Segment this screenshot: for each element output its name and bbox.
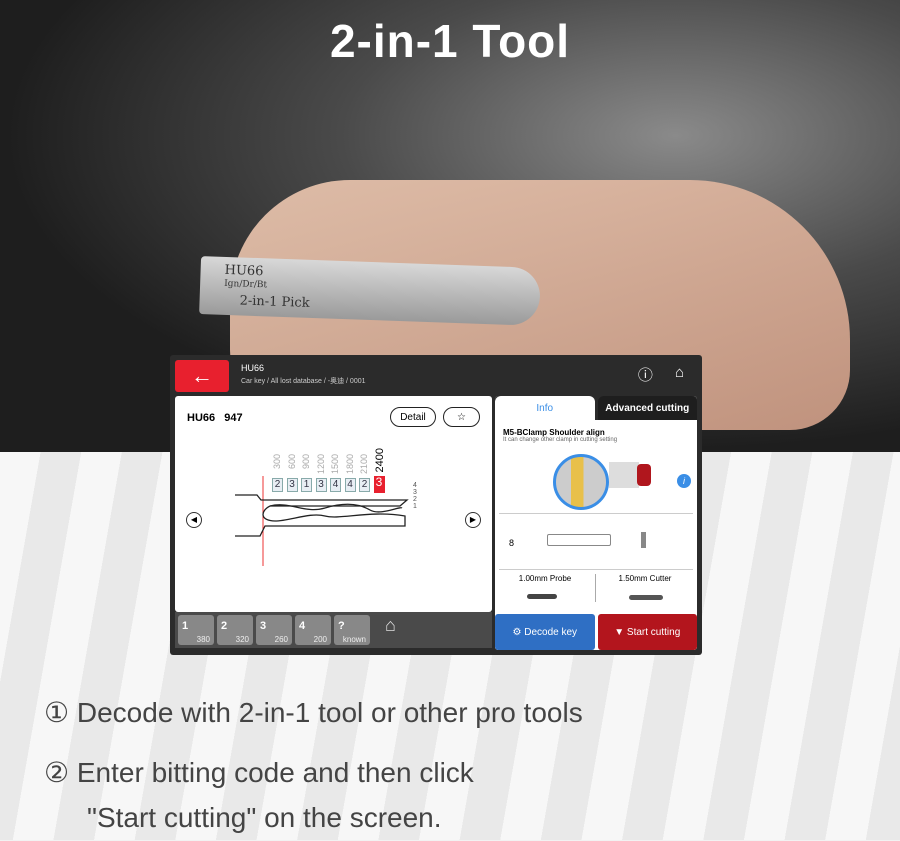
level-label: 1 (413, 503, 417, 510)
back-button[interactable]: ← (175, 359, 229, 392)
key-blank-icon (547, 534, 611, 546)
cutter-icon: ▼ (614, 626, 627, 638)
cut-position: ? (338, 620, 345, 632)
home-icon[interactable]: ⌂ (675, 364, 684, 385)
key-profile-drawing (235, 476, 409, 566)
prev-button[interactable]: ◀ (186, 512, 202, 528)
tab-advanced-cutting[interactable]: Advanced cutting (597, 396, 697, 420)
cut-depth: 380 (196, 635, 210, 644)
step-2: ② Enter bitting code and then click (44, 757, 474, 788)
depth-label: 2100 (359, 454, 369, 475)
favorite-button[interactable]: ☆ (443, 407, 480, 427)
clamp-image (553, 454, 609, 510)
depth-label: 1800 (344, 454, 355, 475)
start-cutting-button[interactable]: ▼ Start cutting (597, 614, 697, 650)
cut-key-button[interactable]: 1 380 (178, 615, 214, 645)
help-icon[interactable]: ⓘ (638, 364, 653, 385)
depth-label: 1500 (330, 454, 340, 475)
key-number: 947 (224, 412, 243, 424)
stop-icon (641, 532, 646, 548)
cutter-icon (629, 595, 663, 600)
header-title: HU66 (241, 362, 265, 373)
arrow-left-icon: ← (191, 362, 213, 388)
depth-label: 300 (272, 454, 282, 470)
cut-key-button[interactable]: 3 260 (256, 615, 292, 645)
step-1: ① Decode with 2-in-1 tool or other pro t… (44, 697, 583, 728)
start-label: Start cutting (626, 626, 681, 638)
app-screen: ← HU66 Car key / All lost database / -奥迪 … (170, 355, 702, 655)
cut-key-button[interactable]: ? known (334, 615, 370, 645)
cut-depth: 200 (313, 635, 327, 644)
info-icon[interactable]: i (677, 474, 691, 488)
key-top-edge (235, 494, 409, 507)
detail-button[interactable]: Detail (390, 407, 436, 427)
cut-position: 3 (260, 620, 267, 632)
step-2-cont: "Start cutting" on the screen. (87, 802, 442, 833)
probe-icon (527, 594, 557, 599)
cut-key-button[interactable]: 2 320 (217, 615, 253, 645)
level-label: 2 (413, 496, 417, 503)
headline: 2-in-1 Tool (329, 15, 571, 67)
clamp-position: 8 (509, 538, 515, 548)
pick-sub: Ign/Dr/Bt (223, 278, 268, 291)
level-label: 4 (413, 482, 417, 489)
depth-label: 600 (286, 454, 297, 470)
top-bar: ← HU66 Car key / All lost database / -奥迪 … (170, 355, 702, 393)
caret-right-icon: ▶ (469, 515, 477, 524)
decode-label: Decode key (524, 626, 578, 638)
next-button[interactable]: ▶ (465, 512, 481, 528)
cut-position: 1 (182, 620, 189, 632)
pick-tool-image: HU66 Ign/Dr/Bt 2-in-1 Pick (199, 256, 541, 326)
probe-label: 1.00mm Probe (518, 574, 572, 583)
decode-icon: ⚙ (512, 626, 525, 638)
tab-info[interactable]: Info (495, 396, 595, 420)
cut-position: 4 (299, 620, 306, 632)
cut-depth: known (342, 635, 366, 644)
cut-position: 2 (221, 620, 228, 632)
clamp-note: It can change other clamp in cutting set… (503, 437, 618, 443)
depth-label: 1200 (315, 454, 326, 475)
clamp-title: M5-BClamp Shoulder align (503, 428, 605, 437)
pick-model: HU66 (224, 262, 264, 280)
cut-key-button[interactable]: 4 200 (295, 615, 331, 645)
cutter-label: 1.50mm Cutter (618, 574, 672, 583)
breadcrumb: Car key / All lost database / -奥迪 / 0001 (241, 377, 366, 385)
caret-left-icon: ◀ (190, 515, 198, 524)
cut-depth: 260 (274, 635, 288, 644)
pick-label: 2-in-1 Pick (239, 293, 310, 311)
key-name: HU66 (187, 412, 216, 424)
android-home-icon[interactable]: ⌂ (385, 615, 396, 645)
key-blade (235, 503, 406, 537)
key-panel: HU66 947 Detail ☆ 300 600 900 1200 1500 1800 2… (175, 396, 492, 612)
info-panel: Info Advanced cutting M5-BClamp Shoulder … (495, 396, 697, 650)
cut-depth: 320 (235, 635, 249, 644)
depth-label: 2400 (373, 448, 386, 473)
decode-key-button[interactable]: ⚙ Decode key (495, 614, 595, 650)
cut-values-bar: 1 380 2 320 3 260 4 200? known ⌂ (175, 612, 492, 648)
star-icon: ☆ (457, 411, 466, 423)
level-label: 3 (413, 489, 417, 496)
depth-label: 900 (301, 454, 311, 470)
